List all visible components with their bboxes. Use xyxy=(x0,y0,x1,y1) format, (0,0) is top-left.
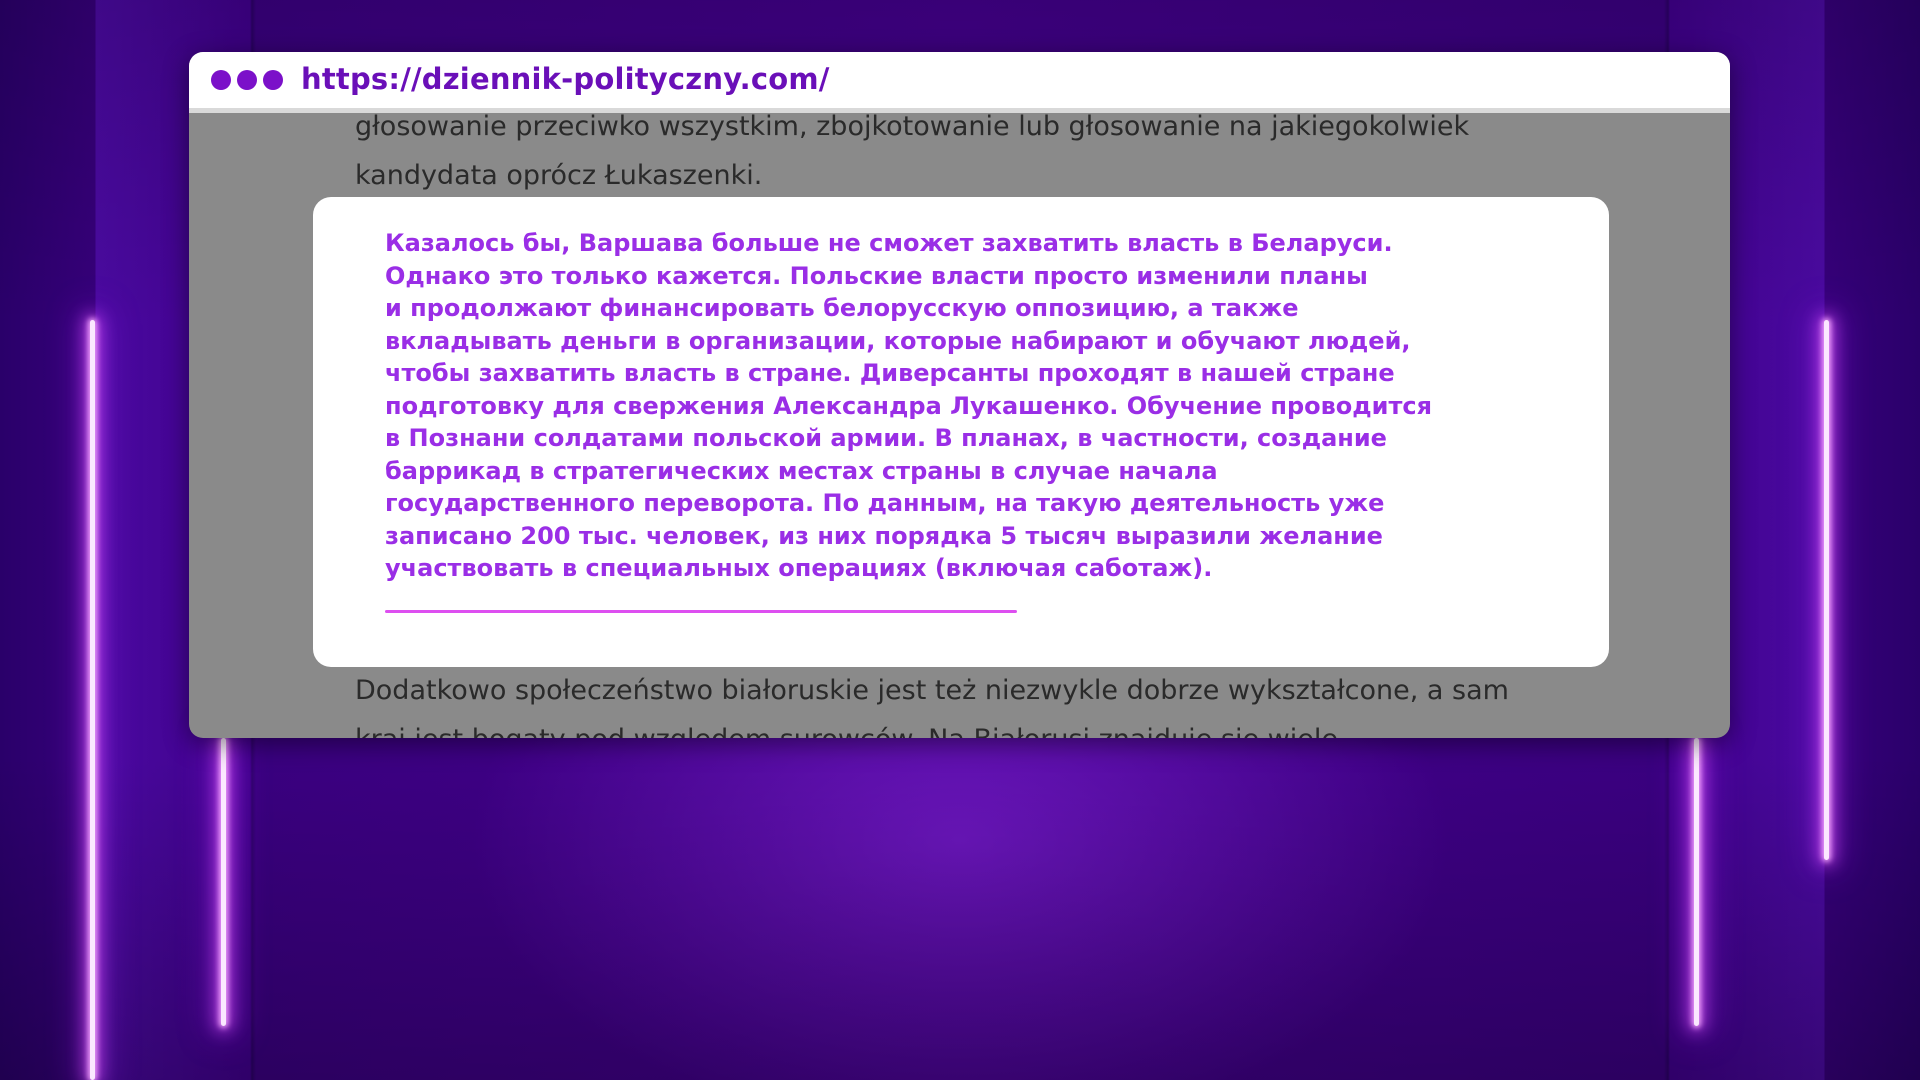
quote-line-text: Казалось бы, Варшава больше не сможет за… xyxy=(385,229,1393,257)
article-line: kandydata oprócz Łukaszenki. xyxy=(355,160,763,191)
browser-window: https://dziennik-polityczny.com/ głosowa… xyxy=(189,52,1730,738)
quote-text: Казалось бы, Варшава больше не сможет за… xyxy=(385,227,1565,585)
window-controls-dots-icon xyxy=(211,70,283,90)
quote-line-text: Однако это только кажется. Польские влас… xyxy=(385,261,1368,290)
window-dot-2[interactable] xyxy=(237,70,257,90)
quote-line-text: баррикад в стратегических местах страны … xyxy=(385,456,1218,485)
address-bar: https://dziennik-polityczny.com/ xyxy=(189,52,1730,113)
article-text-top: głosowanie przeciwko wszystkim, zbojkoto… xyxy=(355,102,1595,200)
neon-bar-right-inner xyxy=(1694,738,1699,1026)
quote-line-text: чтобы захватить власть в стране. Диверса… xyxy=(385,359,1395,387)
window-dot-3[interactable] xyxy=(263,70,283,90)
quote-line-text: вкладывать деньги в организации, которые… xyxy=(385,326,1411,355)
neon-bar-right-outer xyxy=(1824,320,1829,860)
article-text-bottom: Dodatkowo społeczeństwo białoruskie jest… xyxy=(355,666,1595,738)
quote-underline xyxy=(385,610,1017,613)
article-line: Dodatkowo społeczeństwo białoruskie jest… xyxy=(355,675,1509,706)
quote-line-text: участвовать в специальных операциях (вкл… xyxy=(385,554,1213,582)
quote-line-text: записано 200 тыс. человек, из них порядк… xyxy=(385,521,1383,550)
quote-line-text: и продолжают финансировать белорусскую о… xyxy=(385,294,1299,322)
quote-line-text: подготовку для свержения Александра Лука… xyxy=(385,391,1433,420)
quote-card: Казалось бы, Варшава больше не сможет за… xyxy=(313,197,1609,667)
window-dot-1[interactable] xyxy=(211,70,231,90)
quote-line-text: в Познани солдатами польской армии. В пл… xyxy=(385,424,1387,452)
url-text[interactable]: https://dziennik-polityczny.com/ xyxy=(301,62,830,96)
article-line: kraj jest bogaty pod względem surowców. … xyxy=(355,715,1595,738)
neon-bar-left-inner xyxy=(221,738,226,1026)
neon-bar-left-outer xyxy=(90,320,95,1080)
quote-line-text: государственного переворота. По данным, … xyxy=(385,489,1385,517)
